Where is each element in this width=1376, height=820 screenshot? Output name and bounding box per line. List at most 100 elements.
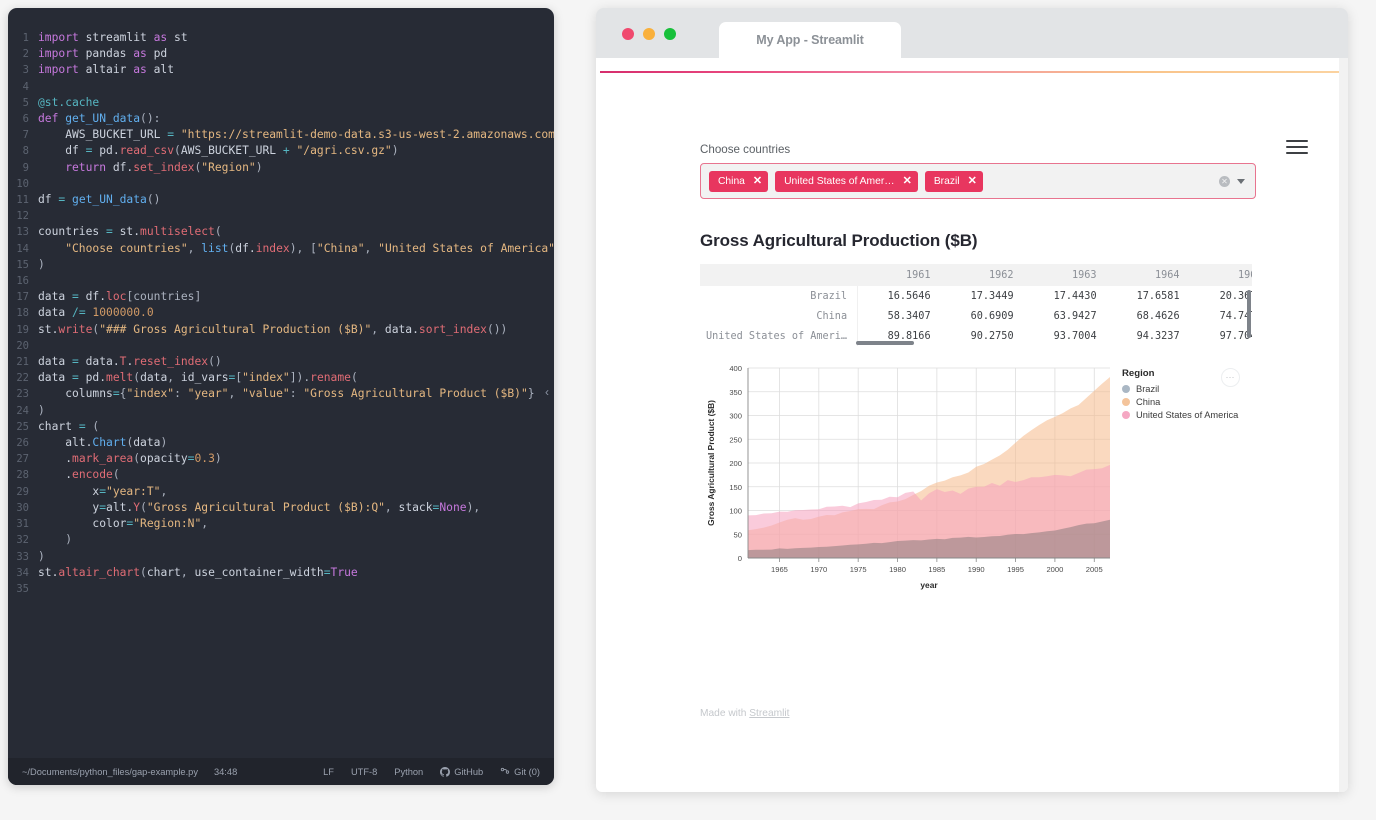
- table-cell: 17.3449: [940, 286, 1024, 306]
- chart-overflow-menu-icon[interactable]: ⋯: [1221, 368, 1240, 387]
- status-language[interactable]: Python: [394, 767, 423, 777]
- minimize-window-button[interactable]: [643, 28, 655, 40]
- line-number: 23: [16, 388, 29, 401]
- code-line: 27 .mark_area(opacity=0.3): [8, 451, 554, 467]
- line-number: 10: [16, 177, 29, 190]
- table-cell: 63.9427: [1023, 306, 1107, 326]
- table-cell: 94.3237: [1106, 326, 1190, 346]
- line-number: 17: [16, 291, 29, 304]
- line-number: 12: [16, 210, 29, 223]
- status-encoding[interactable]: UTF-8: [351, 767, 377, 777]
- code-line: 30 y=alt.Y("Gross Agricultural Product (…: [8, 500, 554, 516]
- svg-text:150: 150: [729, 483, 742, 492]
- close-window-button[interactable]: [622, 28, 634, 40]
- code-text: import altair as alt: [38, 63, 175, 77]
- svg-text:Gross Agricultural Product ($B: Gross Agricultural Product ($B): [706, 400, 716, 526]
- multiselect-controls: ✕: [1219, 164, 1245, 198]
- app-viewport: Choose countries China ✕ United States o…: [596, 58, 1348, 792]
- code-line: 6 def get_UN_data():: [8, 111, 554, 127]
- github-icon: [440, 766, 451, 777]
- code-text: x="year:T",: [38, 484, 168, 498]
- svg-text:1970: 1970: [810, 565, 827, 574]
- code-line: 13 countries = st.multiselect(: [8, 224, 554, 240]
- code-text: .mark_area(opacity=0.3): [38, 452, 222, 466]
- code-text: ): [38, 533, 73, 547]
- line-number: 29: [16, 485, 29, 498]
- code-text: data = pd.melt(data, id_vars=["index"]).…: [38, 371, 358, 385]
- line-number: 35: [16, 582, 29, 595]
- remove-chip-icon[interactable]: ✕: [753, 175, 762, 187]
- hamburger-icon[interactable]: [1286, 138, 1308, 156]
- status-line-ending[interactable]: LF: [323, 767, 334, 777]
- altair-area-chart[interactable]: 0 50 100 150 200 250 300 350 400 1965 1970 1975 1980…: [700, 360, 1252, 595]
- browser-tab-title: My App - Streamlit: [756, 33, 864, 47]
- table-cell: 90.2750: [940, 326, 1024, 346]
- column-header: 1963: [1023, 264, 1107, 286]
- line-number: 16: [16, 275, 29, 288]
- status-github[interactable]: GitHub: [440, 766, 484, 777]
- selected-chip-usa[interactable]: United States of Amer… ✕: [775, 170, 918, 192]
- streamlit-link[interactable]: Streamlit: [749, 708, 789, 719]
- code-text: y=alt.Y("Gross Agricultural Product ($B)…: [38, 500, 481, 514]
- code-line: 26 alt.Chart(data): [8, 435, 554, 451]
- svg-text:1990: 1990: [968, 565, 985, 574]
- selected-chip-brazil[interactable]: Brazil ✕: [924, 170, 983, 192]
- code-line: 34 st.altair_chart(chart, use_container_w…: [8, 565, 554, 581]
- line-number: 32: [16, 534, 29, 547]
- line-number: 2: [22, 48, 29, 61]
- legend-item-usa[interactable]: United States of America: [1122, 410, 1238, 420]
- chip-label: China: [718, 175, 745, 187]
- code-text: return df.set_index("Region"): [38, 160, 263, 174]
- legend-item-china[interactable]: China: [1122, 397, 1238, 407]
- dataframe-table[interactable]: 1961 1962 1963 1964 1965 1966 Brazil: [700, 264, 1252, 346]
- table-row: United States of Ameri… 89.8166 90.2750 …: [700, 326, 1252, 346]
- choose-countries-multiselect[interactable]: China ✕ United States of Amer… ✕ Brazil …: [700, 163, 1256, 199]
- chevron-down-icon[interactable]: [1237, 178, 1245, 184]
- line-number: 15: [16, 258, 29, 271]
- table-cell: 17.4430: [1023, 286, 1107, 306]
- code-text: alt.Chart(data): [38, 436, 168, 450]
- svg-text:2000: 2000: [1046, 565, 1063, 574]
- code-text: AWS_BUCKET_URL = "https://streamlit-demo…: [38, 128, 554, 142]
- page-scrollbar[interactable]: [1339, 58, 1348, 792]
- remove-chip-icon[interactable]: ✕: [903, 175, 912, 187]
- code-line: 18 data /= 1000000.0: [8, 305, 554, 321]
- collapse-panel-chevron-icon[interactable]: ‹: [540, 378, 554, 406]
- line-number: 22: [16, 372, 29, 385]
- status-cursor-position: 34:48: [213, 766, 238, 777]
- browser-tab[interactable]: My App - Streamlit: [719, 22, 901, 58]
- status-git[interactable]: Git (0): [500, 767, 540, 777]
- code-line: 21 data = data.T.reset_index(): [8, 354, 554, 370]
- selected-chip-china[interactable]: China ✕: [709, 170, 769, 192]
- table-vertical-scrollbar[interactable]: [1247, 290, 1251, 338]
- code-text: st.write("### Gross Agricultural Product…: [38, 322, 508, 336]
- code-line: 20: [8, 338, 554, 354]
- line-number: 7: [22, 129, 29, 142]
- legend-item-brazil[interactable]: Brazil: [1122, 384, 1238, 394]
- code-line: 28 .encode(: [8, 467, 554, 483]
- remove-chip-icon[interactable]: ✕: [968, 175, 977, 187]
- line-number: 3: [22, 64, 29, 77]
- code-line: 35: [8, 581, 554, 597]
- code-text: import streamlit as st: [38, 31, 188, 44]
- footer-credit: Made with Streamlit: [700, 708, 789, 719]
- maximize-window-button[interactable]: [664, 28, 676, 40]
- editor-status-bar: ~/Documents/python_files/gap-example.py …: [8, 758, 554, 785]
- clear-all-icon[interactable]: ✕: [1219, 175, 1230, 187]
- table-cell: 93.7004: [1023, 326, 1107, 346]
- code-text: data = df.loc[countries]: [38, 290, 202, 304]
- code-text: ): [38, 549, 45, 563]
- status-github-label: GitHub: [454, 766, 484, 777]
- page-title: Gross Agricultural Production ($B): [700, 231, 978, 250]
- svg-text:1985: 1985: [928, 565, 945, 574]
- code-line: 25 chart = (: [8, 419, 554, 435]
- chart-canvas: 0 50 100 150 200 250 300 350 400 1965 1970 1975 1980…: [706, 364, 1110, 590]
- line-number: 11: [16, 194, 29, 207]
- table-horizontal-scrollbar[interactable]: [856, 341, 914, 345]
- svg-text:1995: 1995: [1007, 565, 1024, 574]
- code-text-area[interactable]: 1 import streamlit as st 2 import pandas as…: [8, 8, 554, 758]
- code-line: 32 ): [8, 532, 554, 548]
- code-text: chart = (: [38, 419, 100, 433]
